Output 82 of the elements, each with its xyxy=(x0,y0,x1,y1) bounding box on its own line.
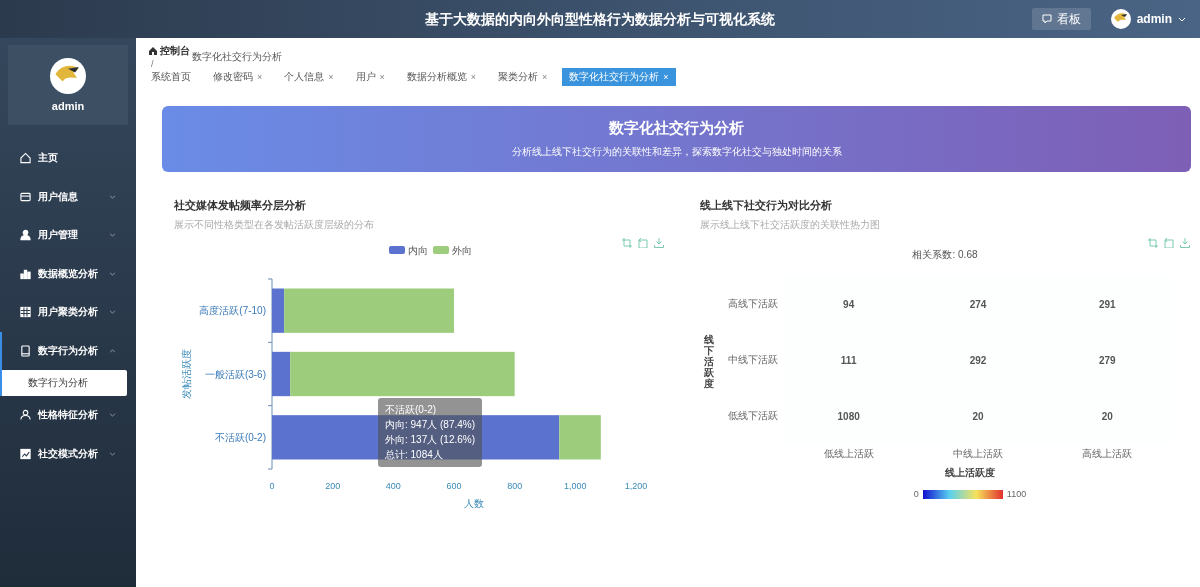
caret-icon xyxy=(109,271,116,276)
tick-label: 1,200 xyxy=(624,481,648,491)
panel-title: 线上线下社交行为对比分析 xyxy=(700,198,833,213)
tick-label: 800 xyxy=(507,481,523,491)
panel-subtitle: 展示不同性格类型在各发帖活跃度层级的分布 xyxy=(174,218,375,232)
row-label: 低线下活跃 xyxy=(727,409,779,423)
legend-label: 内向 xyxy=(408,245,428,256)
category-label: 一般活跃(3-6) xyxy=(204,368,266,380)
breadcrumb-separator: / xyxy=(150,59,155,69)
download-icon[interactable] xyxy=(654,238,664,248)
menu-item[interactable]: 数据概览分析 xyxy=(0,254,136,293)
caret-icon xyxy=(109,194,116,199)
bar[interactable] xyxy=(272,415,560,460)
scale-max-label: 1100 xyxy=(1006,489,1027,499)
row-label: 高线下活跃 xyxy=(727,297,779,311)
line-chart-icon xyxy=(20,447,31,460)
person-icon xyxy=(20,409,31,422)
tick-label: 1,000 xyxy=(564,481,587,491)
caret-icon xyxy=(109,348,116,353)
column-label: 中线上活跃 xyxy=(952,447,1004,461)
tick-label: 0 xyxy=(269,481,275,491)
tick-label: 400 xyxy=(385,481,401,491)
avatar xyxy=(1110,9,1131,29)
column-label: 高线上活跃 xyxy=(1081,447,1134,461)
caret-icon xyxy=(109,310,116,315)
chart-subtitle: 相关系数: 0.68 xyxy=(912,248,978,262)
home-icon xyxy=(149,47,157,55)
tab[interactable]: 修改密码 × xyxy=(206,68,270,86)
submenu-item[interactable]: 数字行为分析 xyxy=(0,370,127,396)
panel-title: 社交媒体发帖频率分层分析 xyxy=(174,198,307,213)
axis-title: 线下活跃度 xyxy=(704,334,714,389)
board-button[interactable]: 看板 xyxy=(1031,8,1091,30)
caret-icon xyxy=(109,451,116,456)
category-label: 不活跃(0-2) xyxy=(214,431,266,443)
row-label: 中线下活跃 xyxy=(727,353,779,367)
panel-subtitle: 展示线上线下社交活跃度的关联性热力图 xyxy=(700,218,881,232)
chat-icon xyxy=(1041,14,1052,24)
avatar xyxy=(50,58,86,94)
tab[interactable]: 聚类分析 × xyxy=(491,68,555,86)
menu-item[interactable]: 用户聚类分析 xyxy=(0,293,136,332)
tab[interactable]: 个人信息 × xyxy=(277,68,341,86)
menu-item[interactable]: 社交模式分析 xyxy=(0,434,136,473)
zoom-icon[interactable] xyxy=(1148,238,1158,248)
menu-item[interactable]: 性格特征分析 xyxy=(0,396,136,435)
category-label: 高度活跃(7-10) xyxy=(199,305,266,317)
tab[interactable]: 用户 × xyxy=(348,68,392,86)
home-icon xyxy=(20,152,31,165)
card-icon xyxy=(20,190,31,203)
menu-item[interactable]: 用户管理 xyxy=(0,216,136,255)
legend-label: 外向 xyxy=(452,245,472,256)
bar[interactable] xyxy=(272,351,291,397)
breadcrumb-home[interactable]: 控制台 xyxy=(149,44,190,58)
tick-label: 200 xyxy=(325,481,341,491)
breadcrumb-current: 数字化社交行为分析 xyxy=(192,50,282,64)
caret-icon xyxy=(109,233,116,238)
axis-title: 人数 xyxy=(464,498,484,509)
download-icon[interactable] xyxy=(1180,238,1190,248)
axis-title: 发帖活跃度 xyxy=(181,349,192,399)
caret-icon[interactable] xyxy=(1178,16,1186,22)
app-title: 基于大数据的内向外向型性格行为数据分析与可视化系统 xyxy=(425,11,775,29)
tab[interactable]: 系统首页 xyxy=(144,68,198,86)
scale-min-label: 0 xyxy=(913,489,919,499)
bar-chart-icon xyxy=(20,267,31,280)
menu-item[interactable]: 主页 xyxy=(0,139,136,178)
menu-item[interactable]: 用户信息 xyxy=(0,177,136,216)
caret-icon xyxy=(109,413,116,418)
profile-name: admin xyxy=(51,100,85,112)
restore-icon[interactable] xyxy=(638,238,648,248)
column-label: 低线上活跃 xyxy=(822,447,875,461)
person-icon xyxy=(20,229,31,242)
axis-title: 线上活跃度 xyxy=(945,466,995,480)
restore-icon[interactable] xyxy=(1164,238,1174,248)
tick-label: 600 xyxy=(446,481,462,491)
zoom-icon[interactable] xyxy=(622,238,632,248)
phone-icon xyxy=(20,344,31,357)
tab[interactable]: 数据分析概览 × xyxy=(399,68,484,86)
banner-title: 数字化社交行为分析 xyxy=(609,119,744,138)
grid-icon xyxy=(20,306,31,319)
banner-subtitle: 分析线上线下社交行为的关联性和差异，探索数字化社交与独处时间的关系 xyxy=(511,145,842,159)
user-name[interactable]: admin xyxy=(1136,12,1172,26)
chart-tooltip: 不活跃(0-2) 内向: 947人 (87.4%) 外向: 137人 (12.6%) 总计: 1084人 xyxy=(378,398,483,467)
bar[interactable] xyxy=(272,288,285,333)
